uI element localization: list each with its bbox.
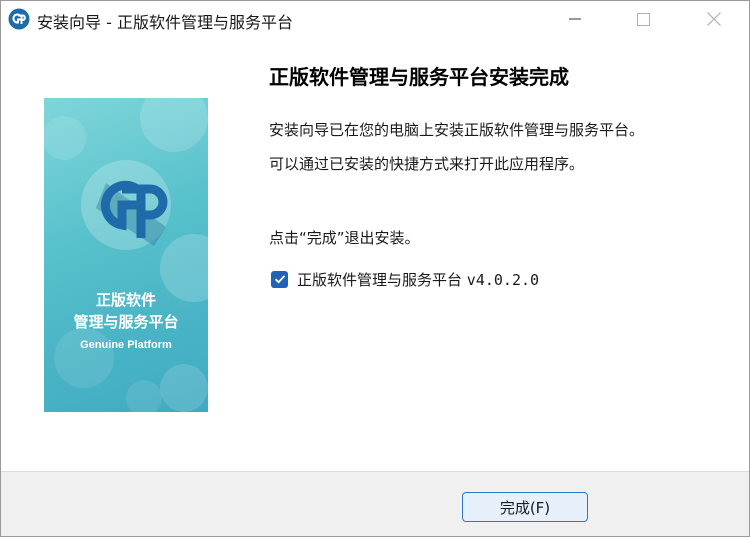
completion-message: 安装向导已在您的电脑上安装正版软件管理与服务平台。	[269, 121, 645, 139]
exit-instruction: 点击“完成”退出安装。	[269, 229, 420, 247]
banner-title-line1: 正版软件	[95, 291, 156, 309]
minimize-icon	[569, 18, 581, 20]
launch-app-name: 正版软件管理与服务平台	[297, 270, 463, 289]
shortcut-message: 可以通过已安装的快捷方式来打开此应用程序。	[269, 155, 585, 173]
checkmark-icon	[274, 275, 285, 284]
window-title: 安装向导 - 正版软件管理与服务平台	[37, 13, 293, 32]
product-banner: 正版软件 管理与服务平台 Genuine Platform	[44, 98, 208, 412]
launch-app-version: v4.0.2.0	[466, 270, 540, 289]
maximize-button[interactable]	[615, 1, 671, 37]
close-button[interactable]	[686, 1, 742, 37]
banner-title-line2: 管理与服务平台	[73, 313, 179, 331]
installer-window: 安装向导 - 正版软件管理与服务平台 正版软件 管理与服务平台 Genuine …	[0, 0, 750, 537]
maximize-icon	[636, 12, 650, 26]
minimize-button[interactable]	[547, 1, 603, 37]
launch-app-checkbox[interactable]	[271, 270, 288, 288]
page-heading: 正版软件管理与服务平台安装完成	[269, 65, 569, 89]
app-logo-icon	[8, 8, 30, 30]
launch-app-option[interactable]: 正版软件管理与服务平台 v4.0.2.0	[271, 268, 539, 290]
launch-app-label[interactable]: 正版软件管理与服务平台 v4.0.2.0	[297, 269, 539, 290]
banner-subtitle: Genuine Platform	[80, 339, 172, 351]
gt-logo-icon	[81, 160, 171, 250]
footer-bar: 完成(F)	[1, 471, 749, 536]
close-icon	[707, 12, 721, 26]
finish-button[interactable]: 完成(F)	[462, 492, 588, 522]
banner-bubbles-graphic	[44, 98, 208, 412]
title-bar[interactable]: 安装向导 - 正版软件管理与服务平台	[1, 1, 749, 37]
